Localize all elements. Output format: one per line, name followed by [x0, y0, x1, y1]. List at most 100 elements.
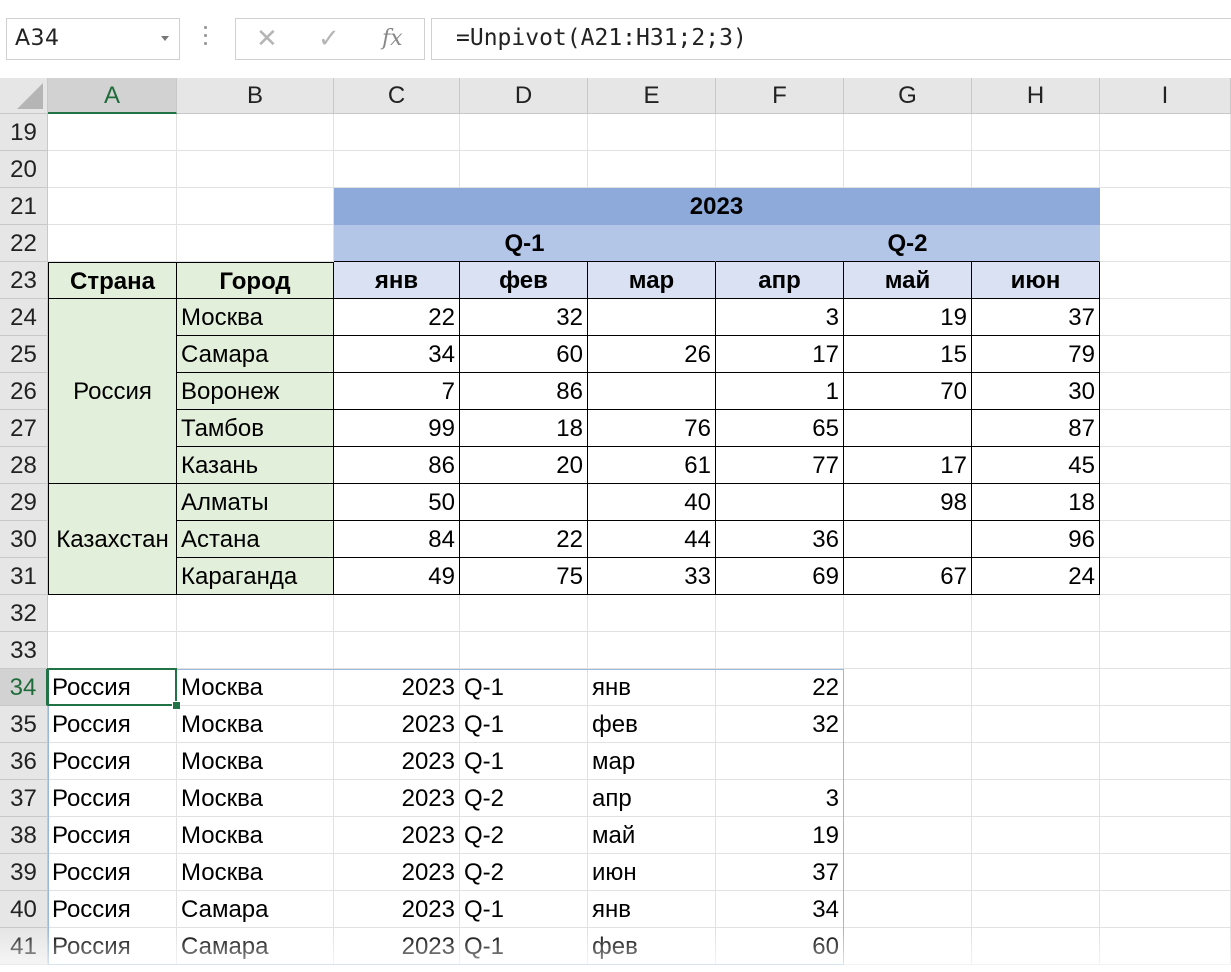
value-cell[interactable]	[844, 521, 972, 558]
row-header-39[interactable]: 39	[0, 854, 48, 891]
result-cell[interactable]: Москва	[177, 706, 334, 743]
grid-cell[interactable]	[177, 114, 334, 151]
result-cell[interactable]: 3	[716, 780, 844, 817]
month-header-cell[interactable]: янв	[334, 262, 460, 299]
value-cell[interactable]: 98	[844, 484, 972, 521]
value-cell[interactable]: 44	[588, 521, 716, 558]
result-cell[interactable]: 2023	[334, 817, 460, 854]
row-header-33[interactable]: 33	[0, 632, 48, 669]
grid-cell[interactable]	[972, 928, 1100, 965]
result-cell[interactable]: 37	[716, 854, 844, 891]
value-cell[interactable]: 79	[972, 336, 1100, 373]
grid-cell[interactable]	[844, 706, 972, 743]
value-cell[interactable]: 19	[844, 299, 972, 336]
result-cell[interactable]: 2023	[334, 706, 460, 743]
result-cell[interactable]: фев	[588, 928, 716, 965]
grid-cell[interactable]	[48, 632, 177, 669]
grid-cell[interactable]	[972, 632, 1100, 669]
value-cell[interactable]: 99	[334, 410, 460, 447]
column-header-c[interactable]: C	[334, 78, 460, 114]
grid-cell[interactable]	[1100, 706, 1231, 743]
result-cell[interactable]: Q-2	[460, 817, 588, 854]
value-cell[interactable]: 96	[972, 521, 1100, 558]
grid-cell[interactable]	[1100, 928, 1231, 965]
city-cell[interactable]: Алматы	[177, 484, 334, 521]
grid-cell[interactable]	[844, 891, 972, 928]
row-header-22[interactable]: 22	[0, 225, 48, 262]
result-cell[interactable]: Q-2	[460, 780, 588, 817]
grid-cell[interactable]	[1100, 891, 1231, 928]
grid-cell[interactable]	[716, 632, 844, 669]
grid-cell[interactable]	[844, 928, 972, 965]
result-cell[interactable]: Q-1	[460, 891, 588, 928]
value-cell[interactable]: 60	[460, 336, 588, 373]
grid-cell[interactable]	[1100, 373, 1231, 410]
grid-cell[interactable]	[844, 114, 972, 151]
result-cell[interactable]: 60	[716, 928, 844, 965]
grid-cell[interactable]	[844, 780, 972, 817]
chevron-down-icon[interactable]	[161, 36, 169, 41]
value-cell[interactable]: 32	[460, 299, 588, 336]
result-cell[interactable]: 2023	[334, 891, 460, 928]
quarter-header-cell[interactable]: Q-2	[716, 225, 1100, 262]
row-header-30[interactable]: 30	[0, 521, 48, 558]
grid-cell[interactable]	[1100, 188, 1231, 225]
row-header-20[interactable]: 20	[0, 151, 48, 188]
grid-cell[interactable]	[460, 595, 588, 632]
result-cell[interactable]: Россия	[48, 780, 177, 817]
grid-cell[interactable]	[972, 780, 1100, 817]
result-cell[interactable]: Россия	[48, 743, 177, 780]
grid-cell[interactable]	[1100, 780, 1231, 817]
value-cell[interactable]: 24	[972, 558, 1100, 595]
value-cell[interactable]: 67	[844, 558, 972, 595]
value-cell[interactable]: 61	[588, 447, 716, 484]
result-cell[interactable]: Москва	[177, 817, 334, 854]
grid-cell[interactable]	[334, 151, 460, 188]
grid-cell[interactable]	[1100, 410, 1231, 447]
row-header-21[interactable]: 21	[0, 188, 48, 225]
result-cell[interactable]: 2023	[334, 928, 460, 965]
grid-cell[interactable]	[48, 188, 177, 225]
city-cell[interactable]: Караганда	[177, 558, 334, 595]
row-header-25[interactable]: 25	[0, 336, 48, 373]
result-cell[interactable]: янв	[588, 669, 716, 706]
column-header-b[interactable]: B	[177, 78, 334, 114]
value-cell[interactable]: 37	[972, 299, 1100, 336]
grid-cell[interactable]	[48, 151, 177, 188]
value-cell[interactable]: 30	[972, 373, 1100, 410]
value-cell[interactable]: 86	[334, 447, 460, 484]
row-header-29[interactable]: 29	[0, 484, 48, 521]
grid-cell[interactable]	[1100, 669, 1231, 706]
month-header-cell[interactable]: мар	[588, 262, 716, 299]
row-header-19[interactable]: 19	[0, 114, 48, 151]
result-cell[interactable]: Россия	[48, 928, 177, 965]
grid-cell[interactable]	[1100, 854, 1231, 891]
value-cell[interactable]: 84	[334, 521, 460, 558]
month-header-cell[interactable]: май	[844, 262, 972, 299]
enter-icon[interactable]: ✓	[318, 25, 340, 53]
city-cell[interactable]: Самара	[177, 336, 334, 373]
value-cell[interactable]: 36	[716, 521, 844, 558]
row-header-28[interactable]: 28	[0, 447, 48, 484]
value-cell[interactable]: 17	[716, 336, 844, 373]
value-cell[interactable]: 75	[460, 558, 588, 595]
value-cell[interactable]: 50	[334, 484, 460, 521]
result-cell[interactable]: 2023	[334, 743, 460, 780]
grid-cell[interactable]	[177, 151, 334, 188]
grid-cell[interactable]	[1100, 484, 1231, 521]
grid-cell[interactable]	[844, 151, 972, 188]
value-cell[interactable]	[588, 299, 716, 336]
result-cell[interactable]: апр	[588, 780, 716, 817]
result-cell[interactable]: Москва	[177, 854, 334, 891]
grid-cell[interactable]	[844, 817, 972, 854]
city-header-cell[interactable]: Город	[177, 262, 334, 299]
column-header-h[interactable]: H	[972, 78, 1100, 114]
result-cell[interactable]: Q-2	[460, 854, 588, 891]
result-cell[interactable]: 34	[716, 891, 844, 928]
grid-cell[interactable]	[48, 595, 177, 632]
result-cell[interactable]: 2023	[334, 780, 460, 817]
grid-cell[interactable]	[1100, 262, 1231, 299]
month-header-cell[interactable]: июн	[972, 262, 1100, 299]
column-header-f[interactable]: F	[716, 78, 844, 114]
city-cell[interactable]: Казань	[177, 447, 334, 484]
